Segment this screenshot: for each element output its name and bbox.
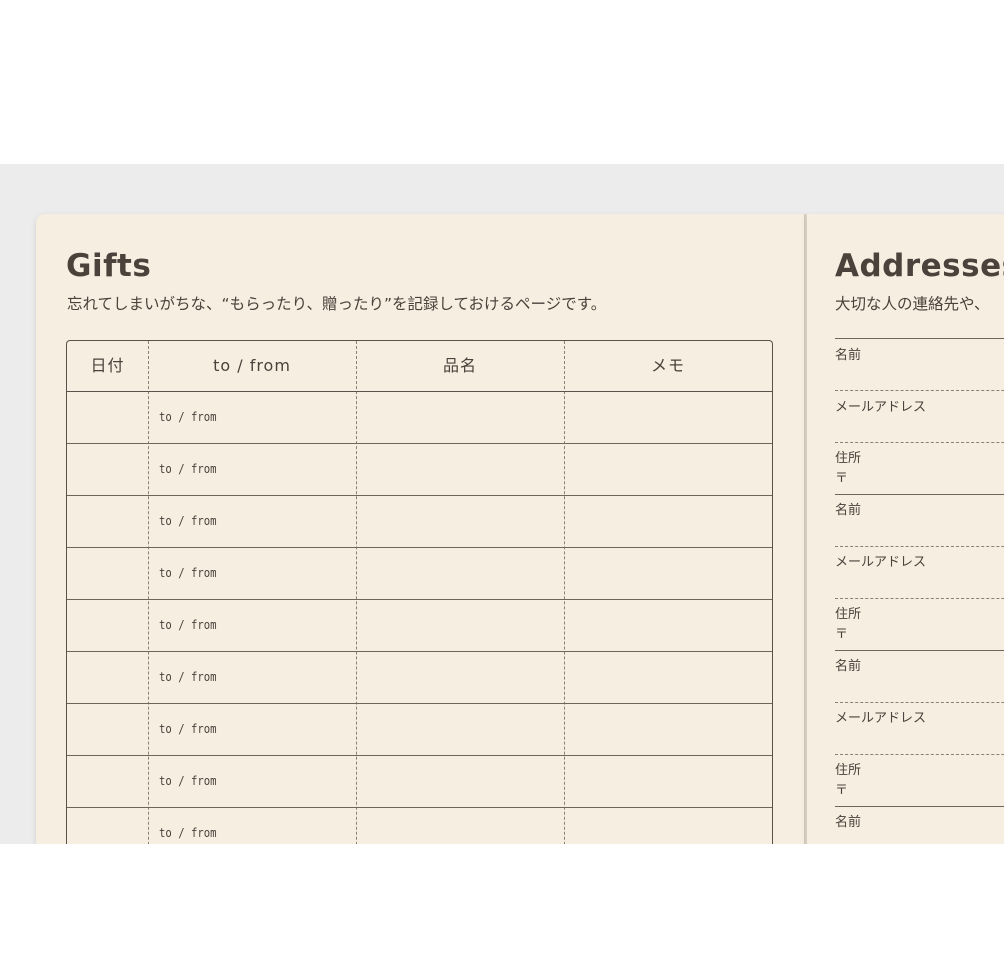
- address-label: 住所: [835, 451, 862, 466]
- email-label: メールアドレス: [835, 711, 927, 726]
- postal-mark: 〒: [835, 471, 849, 486]
- table-row: to / from: [67, 548, 772, 600]
- header-item: 品名: [442, 356, 477, 375]
- addresses-title: Addresses: [835, 248, 1004, 284]
- table-row: to / from: [67, 756, 772, 808]
- table-row: to / from: [67, 392, 772, 444]
- header-date: 日付: [90, 356, 125, 375]
- to-from-label: to / from: [159, 721, 217, 736]
- header-to-from: to / from: [213, 356, 291, 375]
- address-label: 住所: [835, 763, 862, 778]
- field-divider: [835, 598, 1004, 599]
- entry-divider: [835, 494, 1004, 495]
- table-row: to / from: [67, 704, 772, 756]
- field-divider: [835, 546, 1004, 547]
- field-divider: [835, 390, 1004, 391]
- name-label: 名前: [835, 815, 862, 830]
- addresses-page: Addresses 大切な人の連絡先や、 名前 メールアドレス 住所 〒 名前 …: [807, 214, 1004, 844]
- address-label: 住所: [835, 607, 862, 622]
- name-label: 名前: [835, 659, 862, 674]
- notebook-spread: Gifts 忘れてしまいがちな、“もらったり、贈ったり”を記録しておけるページで…: [0, 164, 1004, 844]
- to-from-label: to / from: [159, 617, 217, 632]
- addresses-subtitle: 大切な人の連絡先や、: [835, 295, 990, 313]
- entry-divider: [835, 650, 1004, 651]
- email-label: メールアドレス: [835, 400, 927, 415]
- entry-divider: [835, 806, 1004, 807]
- gifts-page: Gifts 忘れてしまいがちな、“もらったり、贈ったり”を記録しておけるページで…: [36, 214, 804, 844]
- table-row: to / from: [67, 652, 772, 704]
- email-label: メールアドレス: [835, 555, 927, 570]
- field-divider: [835, 442, 1004, 443]
- table-row: to / from: [67, 444, 772, 496]
- to-from-label: to / from: [159, 409, 217, 424]
- field-divider: [835, 754, 1004, 755]
- to-from-label: to / from: [159, 773, 217, 788]
- table-row: to / from: [67, 808, 772, 844]
- table-header: 日付 to / from 品名 メモ: [67, 341, 772, 392]
- postal-mark: 〒: [835, 627, 849, 642]
- to-from-label: to / from: [159, 461, 217, 476]
- postal-mark: 〒: [835, 783, 849, 798]
- name-label: 名前: [835, 348, 862, 363]
- gifts-title: Gifts: [66, 248, 152, 284]
- table-row: to / from: [67, 600, 772, 652]
- name-label: 名前: [835, 503, 862, 518]
- gifts-table: 日付 to / from 品名 メモ to / from to / from t…: [66, 340, 773, 844]
- to-from-label: to / from: [159, 513, 217, 528]
- to-from-label: to / from: [159, 825, 217, 840]
- gifts-subtitle: 忘れてしまいがちな、“もらったり、贈ったり”を記録しておけるページです。: [67, 295, 607, 313]
- to-from-label: to / from: [159, 565, 217, 580]
- field-divider: [835, 702, 1004, 703]
- table-row: to / from: [67, 496, 772, 548]
- entry-divider: [835, 338, 1004, 339]
- header-memo: メモ: [650, 356, 685, 375]
- to-from-label: to / from: [159, 669, 217, 684]
